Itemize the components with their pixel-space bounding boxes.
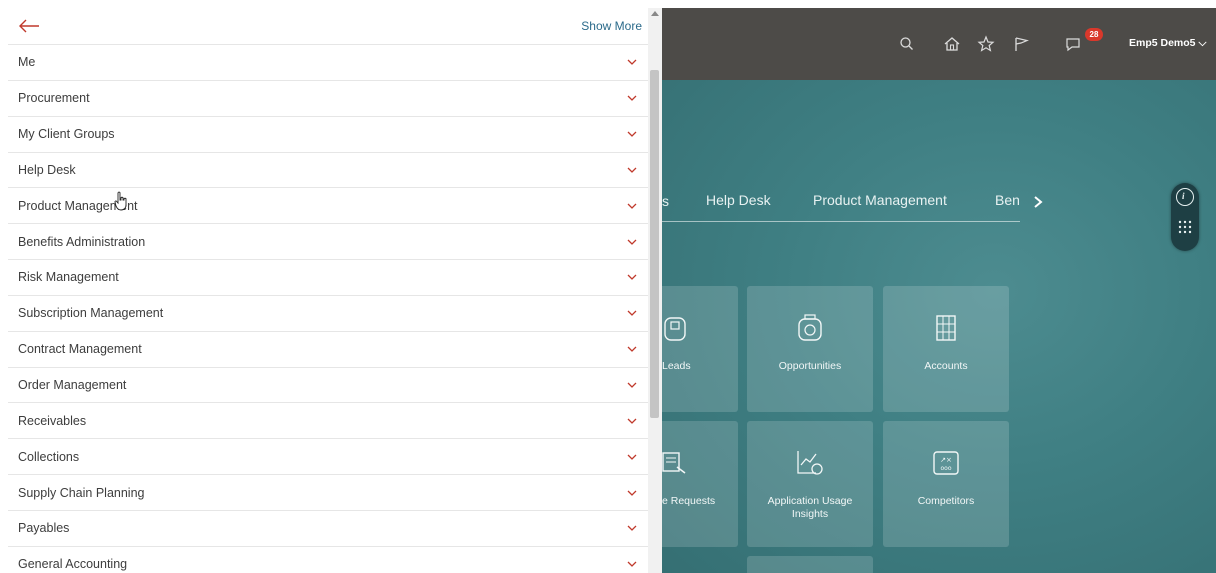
- opportunities-icon: [798, 314, 822, 341]
- side-tool-pill: i: [1171, 183, 1199, 251]
- chevron-down-icon[interactable]: [626, 417, 638, 425]
- svg-text:ooo: ooo: [940, 465, 951, 472]
- chevron-down-icon[interactable]: [626, 381, 638, 389]
- tile-competitors[interactable]: ↗× ooo Competitors: [883, 421, 1009, 547]
- tile-partial[interactable]: [747, 556, 873, 573]
- navigator-item-label: Payables: [18, 521, 70, 536]
- svg-text:i: i: [1182, 191, 1185, 201]
- navigator-item[interactable]: Subscription Management: [8, 296, 648, 332]
- chevron-down-icon[interactable]: [626, 560, 638, 568]
- tile-label: Opportunities: [778, 360, 842, 372]
- tile-accounts[interactable]: Accounts: [883, 286, 1009, 412]
- drawer-header: Show More: [8, 8, 648, 45]
- tab-product-management[interactable]: Product Management: [813, 192, 947, 208]
- navigator-item[interactable]: Supply Chain Planning: [8, 475, 648, 511]
- global-header: 28 Emp5 Demo5 ⌵: [662, 8, 1216, 80]
- chevron-down-icon[interactable]: [626, 309, 638, 317]
- navigator-item[interactable]: Help Desk: [8, 153, 648, 189]
- leads-icon: [664, 317, 686, 341]
- chevron-down-icon[interactable]: [626, 202, 638, 210]
- chevron-down-icon: ⌵: [1198, 37, 1207, 49]
- navigator-item[interactable]: Procurement: [8, 81, 648, 117]
- tile-label: Application Usage Insights: [767, 495, 853, 520]
- navigator-item[interactable]: Receivables: [8, 403, 648, 440]
- navigator-item-label: Receivables: [18, 413, 87, 428]
- back-arrow-icon[interactable]: [18, 18, 40, 34]
- tile-label: Competitors: [917, 495, 975, 507]
- notification-count-badge: 28: [1085, 28, 1103, 41]
- info-icon[interactable]: i: [1176, 188, 1194, 206]
- chevron-down-icon[interactable]: [626, 524, 638, 532]
- home-icon[interactable]: [943, 35, 961, 53]
- favorites-star-icon[interactable]: [977, 35, 995, 53]
- chevron-down-icon[interactable]: [626, 238, 638, 246]
- navigator-item-label: Help Desk: [18, 162, 76, 177]
- tabs-underline: [662, 221, 1020, 222]
- svg-text:↗×: ↗×: [940, 456, 952, 464]
- navigator-item-label: Benefits Administration: [18, 234, 146, 249]
- navigator-item-label: Supply Chain Planning: [18, 485, 145, 500]
- navigator-item[interactable]: Order Management: [8, 368, 648, 404]
- navigator-item-label: Risk Management: [18, 270, 119, 285]
- tile-application-usage-insights[interactable]: Application Usage Insights: [747, 421, 873, 547]
- navigator-item-label: Collections: [18, 449, 80, 464]
- navigator-item-label: General Accounting: [18, 557, 128, 572]
- drawer-scrollbar[interactable]: [648, 8, 662, 573]
- navigator-item[interactable]: My Client Groups: [8, 117, 648, 153]
- navigator-item[interactable]: Payables: [8, 511, 648, 547]
- navigator-item[interactable]: Risk Management: [8, 260, 648, 296]
- navigator-item-label: Me: [18, 55, 36, 70]
- tile-leads[interactable]: Leads: [662, 286, 738, 412]
- user-name: Emp5 Demo5: [1129, 37, 1196, 49]
- hand-cursor-icon: [114, 191, 127, 211]
- competitors-icon: ↗× ooo: [933, 451, 959, 475]
- navigator-item-label: My Client Groups: [18, 127, 115, 142]
- tile-service-requests[interactable]: e Requests: [662, 421, 738, 547]
- tab-benefits[interactable]: Ben: [995, 192, 1020, 208]
- user-menu[interactable]: Emp5 Demo5 ⌵: [1129, 37, 1206, 50]
- navigator-item[interactable]: Me: [8, 45, 648, 81]
- navigator-item[interactable]: General Accounting: [8, 547, 648, 573]
- notifications-icon[interactable]: [1064, 35, 1082, 53]
- navigator-item[interactable]: Contract Management: [8, 332, 648, 368]
- usage-insights-icon: [797, 451, 823, 475]
- screen: Show More Me Procurement My Client Groups H…: [0, 0, 1216, 573]
- chevron-right-icon[interactable]: [1032, 194, 1044, 210]
- tile-label: Accounts: [924, 360, 968, 372]
- chevron-down-icon[interactable]: [626, 453, 638, 461]
- tab-help-desk[interactable]: Help Desk: [706, 192, 771, 208]
- scroll-up-arrow-icon[interactable]: [651, 11, 659, 16]
- accounts-icon: [936, 315, 956, 341]
- tab-partial-hidden: s: [662, 193, 669, 209]
- navigator-item-label: Procurement: [18, 91, 90, 106]
- navigator-item[interactable]: Product Management: [8, 188, 648, 225]
- navigator-item-label: Order Management: [18, 378, 127, 393]
- show-more-link[interactable]: Show More: [581, 19, 642, 33]
- chevron-down-icon[interactable]: [626, 130, 638, 138]
- navigator-item[interactable]: Benefits Administration: [8, 224, 648, 261]
- service-requests-icon: [662, 452, 686, 474]
- chevron-down-icon[interactable]: [626, 345, 638, 353]
- navigator-item-label: Contract Management: [18, 342, 142, 357]
- tile-opportunities[interactable]: Opportunities: [747, 286, 873, 412]
- chevron-down-icon[interactable]: [626, 273, 638, 281]
- search-icon[interactable]: [898, 35, 916, 53]
- navigator-item[interactable]: Collections: [8, 439, 648, 476]
- tile-label: e Requests: [662, 495, 716, 507]
- chevron-down-icon[interactable]: [626, 58, 638, 66]
- navigator-drawer: Show More Me Procurement My Client Groups H…: [8, 8, 648, 573]
- navigator-item-label: Subscription Management: [18, 306, 164, 321]
- chevron-down-icon[interactable]: [626, 166, 638, 174]
- scrollbar-thumb[interactable]: [650, 70, 659, 418]
- navigator-list: Me Procurement My Client Groups Help Desk Pr…: [8, 45, 648, 573]
- grid-dots-icon[interactable]: [1178, 220, 1192, 234]
- chevron-down-icon[interactable]: [626, 489, 638, 497]
- chevron-down-icon[interactable]: [626, 94, 638, 102]
- tile-label: Leads: [662, 360, 691, 372]
- watchlist-flag-icon[interactable]: [1012, 35, 1030, 53]
- app-home: 28 Emp5 Demo5 ⌵ s Help Desk Product Mana…: [662, 8, 1216, 573]
